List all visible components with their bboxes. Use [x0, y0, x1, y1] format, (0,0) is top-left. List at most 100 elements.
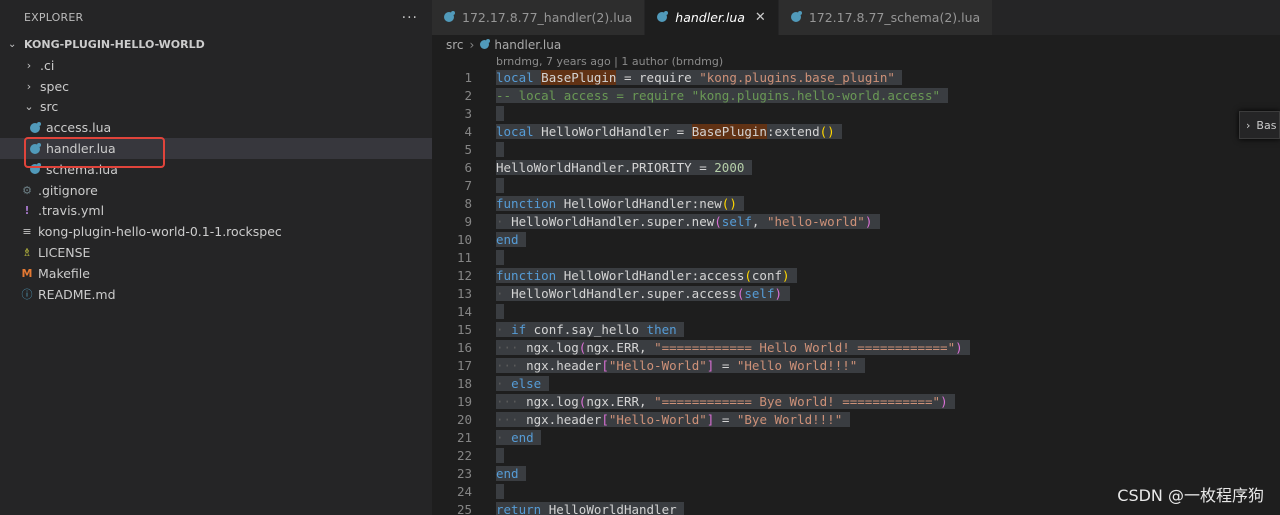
chevron-right-icon: ›: [26, 79, 32, 93]
line-number: 16: [456, 340, 472, 355]
line-number: 12: [456, 268, 472, 283]
tree-folder-ci[interactable]: › .ci: [0, 55, 432, 76]
tab-schema-remote[interactable]: 172.17.8.77_schema(2).lua: [778, 0, 994, 35]
outline-peek-button[interactable]: › Bas: [1239, 111, 1280, 139]
code-line: 16 ··· ngx.log(ngx.ERR, "============ Hel…: [432, 339, 971, 357]
chevron-down-icon: ⌄: [8, 38, 17, 50]
code-line: 22: [432, 447, 970, 465]
breadcrumb-file[interactable]: handler.lua: [494, 38, 561, 52]
lua-icon: [480, 38, 491, 52]
tab-label: 172.17.8.77_handler(2).lua: [462, 10, 633, 25]
line-number: 23: [456, 466, 472, 481]
tree-item-label: LICENSE: [38, 245, 91, 261]
tab-label: handler.lua: [675, 10, 745, 25]
code-line: 18 · else: [432, 375, 970, 393]
lua-icon: [28, 162, 42, 176]
line-number: 5: [464, 142, 472, 157]
tree-item-label: .travis.yml: [38, 203, 105, 219]
code-line: 15 · if conf.say_hello then: [432, 321, 970, 339]
more-actions-icon[interactable]: ···: [402, 10, 418, 26]
file-tree: › .ci › spec ⌄ src access.lua handler.lu…: [0, 55, 432, 305]
tree-file-rockspec[interactable]: ≡ kong-plugin-hello-world-0.1-1.rockspec: [0, 221, 432, 242]
tree-file-license[interactable]: ♗ LICENSE: [0, 242, 432, 263]
line-number: 2: [464, 88, 472, 103]
chevron-right-icon: ›: [1246, 118, 1251, 132]
code-editor[interactable]: brndmg, 7 years ago | 1 author (brndmg) …: [432, 55, 1280, 515]
lua-icon: [444, 10, 455, 25]
code-line: 6 HelloWorldHandler.PRIORITY = 2000: [432, 159, 970, 177]
lua-icon: [657, 10, 669, 25]
code-line: 23 end: [432, 465, 970, 483]
tree-file-access-lua[interactable]: access.lua: [0, 117, 432, 138]
tab-label: 172.17.8.77_schema(2).lua: [808, 10, 981, 25]
tree-file-travis-yml[interactable]: ! .travis.yml: [0, 201, 432, 222]
tree-item-label: kong-plugin-hello-world-0.1-1.rockspec: [38, 224, 282, 240]
tab-handler-remote[interactable]: 172.17.8.77_handler(2).lua: [432, 0, 646, 35]
tree-file-makefile[interactable]: M Makefile: [0, 263, 432, 284]
line-number: 14: [456, 304, 472, 319]
lua-icon: [28, 142, 42, 156]
tree-file-handler-lua[interactable]: handler.lua: [0, 138, 432, 159]
code-line: 19 ··· ngx.log(ngx.ERR, "============ Bye…: [432, 393, 970, 411]
code-line: 4 local HelloWorldHandler = BasePlugin:ex…: [432, 123, 970, 141]
makefile-icon: M: [21, 266, 33, 280]
code-line: 10 end: [432, 231, 970, 249]
line-number: 8: [464, 196, 472, 211]
code-line: 24: [432, 483, 970, 501]
line-number: 24: [456, 484, 472, 499]
line-number: 10: [456, 232, 472, 247]
lua-icon: [790, 10, 802, 25]
code-line: 5: [432, 141, 970, 159]
line-number: 18: [456, 376, 472, 391]
tree-folder-spec[interactable]: › spec: [0, 76, 432, 97]
line-number: 21: [456, 430, 472, 445]
tree-file-readme[interactable]: ⓘ README.md: [0, 284, 432, 305]
watermark: CSDN @一枚程序狗: [1117, 486, 1264, 505]
workspace-section-header[interactable]: ⌄ KONG-PLUGIN-HELLO-WORLD: [0, 33, 432, 55]
line-number: 19: [456, 394, 472, 409]
tree-item-label: Makefile: [38, 265, 90, 281]
outline-peek-label: Bas: [1256, 118, 1277, 132]
tree-item-label: schema.lua: [46, 161, 118, 177]
tree-file-gitignore[interactable]: ⚙ .gitignore: [0, 180, 432, 201]
close-icon[interactable]: ✕: [755, 10, 766, 25]
tree-item-label: access.lua: [46, 120, 112, 136]
chevron-right-icon: ›: [26, 58, 32, 72]
lua-icon: [28, 121, 42, 135]
code-line: 2 -- local access = require "kong.plugins…: [432, 87, 970, 105]
breadcrumb-folder[interactable]: src: [446, 38, 464, 52]
tree-item-label: .gitignore: [38, 182, 98, 198]
line-number: 13: [456, 286, 472, 301]
breadcrumb-separator: ›: [469, 38, 475, 52]
line-number: 22: [456, 448, 472, 463]
code-line: 7: [432, 177, 970, 195]
line-number: 11: [456, 250, 472, 265]
code-line: 1 local BasePlugin = require "kong.plugin…: [432, 69, 970, 87]
code-line: 12 function HelloWorldHandler:access(conf…: [432, 267, 970, 285]
code-line: 8 function HelloWorldHandler:new(): [432, 195, 970, 213]
line-number: 25: [456, 502, 472, 515]
line-number: 4: [464, 124, 472, 139]
code-line: 21 · end: [432, 429, 970, 447]
git-blame-lens[interactable]: brndmg, 7 years ago | 1 author (brndmg): [496, 55, 723, 68]
code-line: 11: [432, 249, 970, 267]
tree-folder-src[interactable]: ⌄ src: [0, 97, 432, 118]
license-icon: ♗: [22, 246, 32, 260]
tree-item-label: README.md: [38, 286, 116, 302]
tree-file-schema-lua[interactable]: schema.lua: [0, 159, 432, 180]
code-line: 14: [432, 303, 970, 321]
code-line: 20 ··· ngx.header["Hello-World"] = "Bye W…: [432, 411, 970, 429]
code-lines: 1 local BasePlugin = require "kong.plugin…: [432, 69, 971, 515]
tree-item-label: src: [40, 99, 59, 115]
line-number: 3: [464, 106, 472, 121]
line-number: 7: [464, 178, 472, 193]
code-line: 3: [432, 105, 970, 123]
code-line: 9 · HelloWorldHandler.super.new(self, "he…: [432, 213, 970, 231]
tab-handler-lua[interactable]: handler.lua ✕: [645, 0, 779, 35]
explorer-title: EXPLORER: [24, 11, 84, 24]
breadcrumb: src › handler.lua: [432, 35, 1280, 55]
line-number: 1: [464, 70, 472, 85]
explorer-sidebar: EXPLORER ··· ⌄ KONG-PLUGIN-HELLO-WORLD ›…: [0, 0, 432, 515]
line-number: 20: [456, 412, 472, 427]
tree-item-label: .ci: [40, 57, 55, 73]
